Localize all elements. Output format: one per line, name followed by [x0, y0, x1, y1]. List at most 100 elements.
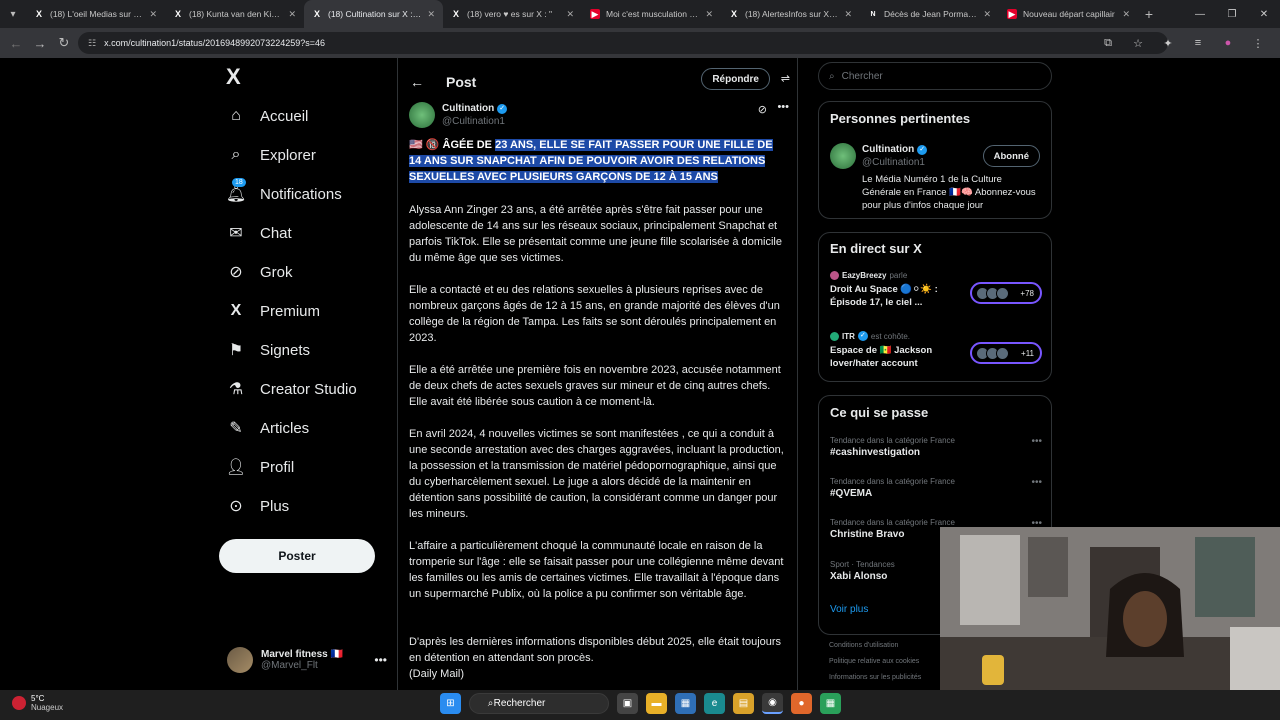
tab-search-icon[interactable]: ▾ — [0, 0, 26, 28]
browser-tab[interactable]: ▶ Moi c'est musculation ma ✕ — [582, 0, 721, 28]
post-paragraph: Elle a contacté et eu des relations sexu… — [409, 284, 780, 344]
minimize-icon[interactable]: — — [1184, 0, 1216, 28]
url-field[interactable]: ☷ x.com/cultination1/status/201694899207… — [78, 32, 1168, 54]
trend-item[interactable]: Tendance dans la catégorie France #cashin… — [830, 436, 1042, 466]
more-icon[interactable]: ••• — [1031, 436, 1042, 447]
new-tab-button[interactable]: + — [1138, 6, 1160, 22]
following-button[interactable]: Abonné — [982, 145, 1040, 167]
x-logo[interactable]: X — [226, 64, 241, 90]
verified-icon: ✓ — [497, 103, 508, 114]
footer-link[interactable]: Conditions d'utilisation — [829, 642, 898, 649]
browser-tab-bar: ▾ X (18) L'oeil Medias sur X : ' ✕ X (18) K… — [0, 0, 1280, 28]
close-icon[interactable]: ✕ — [566, 9, 574, 20]
post-column: ← Post Répondre ⇌ Cultination ✓ @Cultinat… — [397, 58, 798, 690]
avatar[interactable] — [409, 102, 435, 128]
live-space-item[interactable]: EazyBreezy parle Droit Au Space 🔵⚪☀️ : Ép… — [830, 271, 1042, 315]
post-button[interactable]: Poster — [219, 539, 375, 573]
close-icon[interactable]: ✕ — [427, 9, 435, 20]
author-name-row[interactable]: Cultination ✓ — [442, 103, 508, 114]
more-icon[interactable]: ••• — [374, 653, 387, 667]
see-more-link[interactable]: Voir plus — [830, 604, 868, 615]
tab-strip: X (18) L'oeil Medias sur X : ' ✕ X (18) Kun… — [26, 0, 1160, 28]
youtube-icon: ▶ — [1007, 8, 1017, 19]
more-icon[interactable]: ••• — [1031, 477, 1042, 488]
nav-item-premium[interactable]: X Premium — [226, 296, 320, 326]
maximize-icon[interactable]: ❐ — [1216, 0, 1248, 28]
taskbar-search[interactable]: ⌕ Rechercher — [469, 693, 609, 714]
close-icon[interactable]: ✕ — [983, 9, 991, 20]
windows-start-icon[interactable]: ⊞ — [440, 693, 461, 714]
close-icon[interactable]: ✕ — [844, 9, 852, 20]
footer-link[interactable]: Informations sur les publicités — [829, 674, 921, 681]
close-icon[interactable]: ✕ — [149, 9, 157, 20]
edge-icon[interactable]: e — [704, 693, 725, 714]
post-headline: 🇺🇸 🔞 ÂGÉE DE 23 ANS, ELLE SE FAIT PASSER… — [409, 139, 773, 183]
nav-item-explorer[interactable]: ⌕ Explorer — [226, 140, 316, 170]
browser-tab[interactable]: X (18) Kunta van den Kinté : ✕ — [165, 0, 304, 28]
post-paragraph: Elle a été arrêtée une première fois en … — [409, 364, 781, 408]
nav-item-articles[interactable]: ✎ Articles — [226, 413, 309, 443]
verified-icon: ✓ — [857, 331, 868, 341]
menu-icon[interactable]: ⋮ — [1248, 33, 1268, 53]
browser-tab[interactable]: N Décès de Jean Pormanov ✕ — [860, 0, 999, 28]
close-icon[interactable]: ✕ — [288, 9, 296, 20]
nav-item-profil[interactable]: 👤︎ Profil — [226, 452, 294, 482]
browser-tab[interactable]: X (18) AlertesInfos sur X : " ✕ — [721, 0, 860, 28]
back-icon[interactable]: ← — [4, 31, 28, 55]
chrome-icon[interactable]: ◉ — [762, 693, 783, 714]
search-input[interactable]: ⌕ Chercher — [818, 62, 1052, 90]
profile-name-row[interactable]: Cultination ✓ — [862, 144, 928, 155]
nav-item-signets[interactable]: ⚑ Signets — [226, 335, 310, 365]
extensions-icon[interactable]: ✦ — [1158, 33, 1178, 53]
browser-tab[interactable]: ▶ Nouveau départ capillair ✕ — [999, 0, 1138, 28]
back-arrow-icon[interactable]: ← — [410, 74, 436, 90]
task-view-icon[interactable]: ▣ — [617, 693, 638, 714]
live-space-item[interactable]: ITR ✓ est cohôte. Espace de 🇸🇳 Jackson lov… — [830, 331, 1042, 375]
reload-icon[interactable]: ↻ — [52, 31, 76, 55]
close-icon[interactable]: ✕ — [1122, 9, 1130, 20]
profile-avatar-icon[interactable]: ● — [1218, 33, 1238, 53]
more-icon[interactable]: ••• — [777, 101, 789, 113]
weather-widget[interactable]: 5°C Nuageux — [12, 694, 63, 712]
browser-tab[interactable]: X (18) L'oeil Medias sur X : ' ✕ — [26, 0, 165, 28]
news-icon: N — [870, 10, 876, 18]
site-info-icon[interactable]: ☷ — [88, 38, 96, 49]
nav-item-notifications[interactable]: 🔔︎ 18 Notifications — [226, 178, 342, 209]
reply-button[interactable]: Répondre — [701, 68, 770, 90]
store-icon[interactable]: ▦ — [675, 693, 696, 714]
article-icon: ✎ — [229, 420, 243, 437]
grok-icon[interactable]: ⊘ — [758, 103, 767, 116]
taskbar-apps: ⊞ ⌕ Rechercher ▣ ▬ ▦ e ▤ ◉ ● ▦ — [440, 693, 841, 714]
install-app-icon[interactable]: ⧉ — [1098, 33, 1118, 53]
webcam-image — [940, 527, 1280, 690]
mail-icon: ✉ — [229, 225, 243, 242]
address-bar-row: ← → ↻ ☷ x.com/cultination1/status/201694… — [0, 28, 1280, 58]
footer-link[interactable]: Politique relative aux cookies — [829, 658, 919, 665]
nav-item-plus[interactable]: ⊙ Plus — [226, 491, 289, 521]
post-source: (Daily Mail) — [409, 668, 464, 680]
nav-item-creator-studio[interactable]: ⚗ Creator Studio — [226, 374, 357, 404]
nav-item-chat[interactable]: ✉ Chat — [226, 218, 291, 248]
forward-icon[interactable]: → — [28, 31, 52, 55]
star-icon[interactable]: ☆ — [1128, 33, 1148, 53]
media-icon[interactable]: ≡ — [1188, 33, 1208, 53]
app-icon[interactable]: ▤ — [733, 693, 754, 714]
browser-tab-active[interactable]: X (18) Cultination sur X : "u ✕ — [304, 0, 443, 28]
trend-item[interactable]: Tendance dans la catégorie France #QVEMA •… — [830, 477, 1042, 507]
firefox-icon[interactable]: ● — [791, 693, 812, 714]
listeners-pill: +11 — [970, 342, 1042, 364]
x-logo-icon: X — [452, 9, 459, 19]
browser-tab[interactable]: X (18) vero ♥ es sur X : " ✕ — [443, 0, 582, 28]
close-window-icon[interactable]: ✕ — [1248, 0, 1280, 28]
close-icon[interactable]: ✕ — [705, 9, 713, 20]
filter-icon[interactable]: ⇌ — [781, 72, 790, 85]
youtube-icon: ▶ — [590, 8, 600, 19]
account-switcher[interactable]: Marvel fitness 🇫🇷 @Marvel_Flt ••• — [227, 645, 387, 675]
url-text: x.com/cultination1/status/20169489920732… — [104, 38, 325, 48]
app-icon[interactable]: ▦ — [820, 693, 841, 714]
avatar[interactable] — [830, 143, 856, 169]
nav-item-grok[interactable]: ⊘ Grok — [226, 257, 292, 287]
file-explorer-icon[interactable]: ▬ — [646, 693, 667, 714]
nav-item-accueil[interactable]: ⌂ Accueil — [226, 101, 308, 131]
panel-title: Personnes pertinentes — [830, 111, 971, 126]
